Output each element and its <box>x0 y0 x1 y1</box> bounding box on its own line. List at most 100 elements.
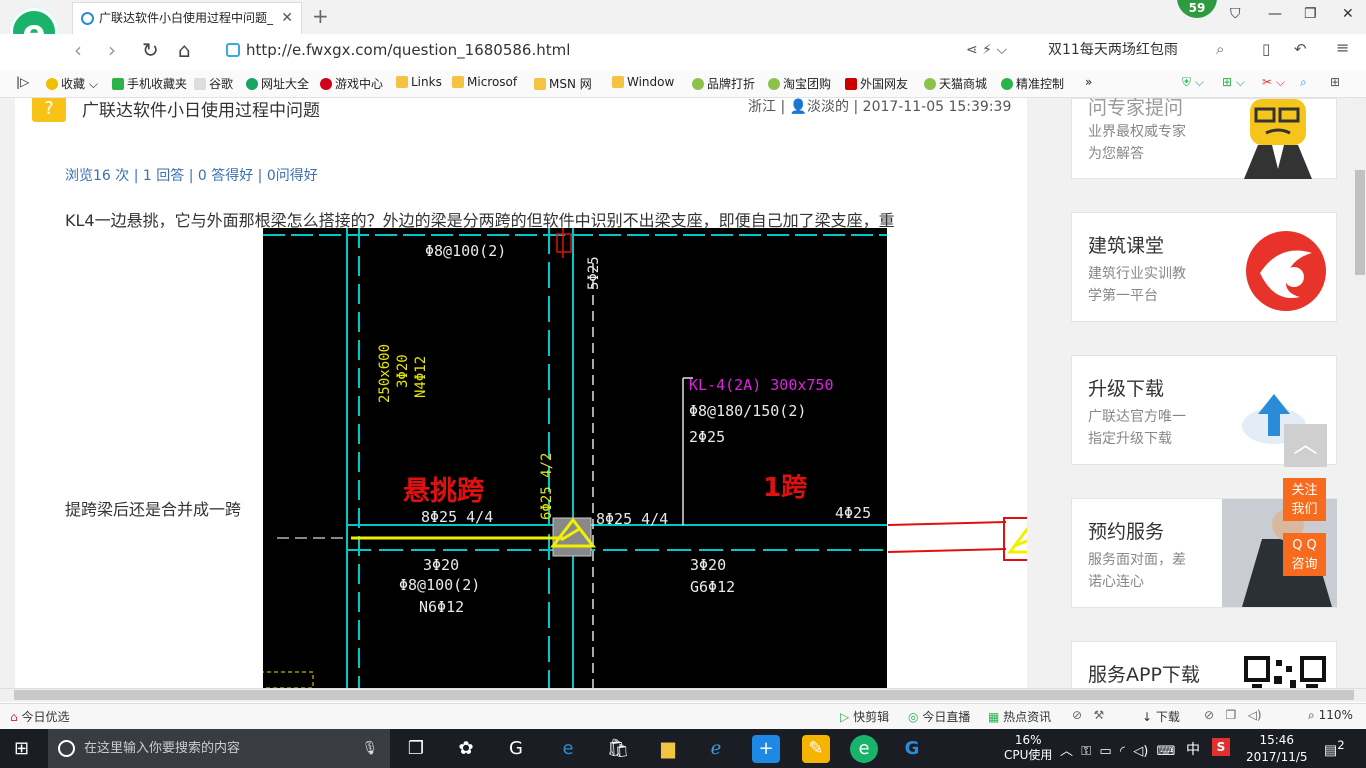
cad-text-n6phi12: N6Φ12 <box>419 598 464 616</box>
translate-icon[interactable]: ⊞ ⌵ <box>1222 75 1245 90</box>
tab-active[interactable]: 广联达软件小白使用过程中问题_ ✕ <box>72 2 302 34</box>
microphone-icon[interactable]: 🎙 <box>361 729 378 768</box>
search-box[interactable]: 双11每天两场红包雨 <box>1048 40 1238 62</box>
sogou-icon[interactable]: S <box>1212 738 1230 756</box>
card-ask-expert[interactable]: 问专家提问 业界最权威专家 为您解答 <box>1071 97 1337 179</box>
follow-us-button[interactable]: 关注 我们 <box>1283 478 1326 521</box>
qq-consult-button[interactable]: Q Q 咨询 <box>1283 533 1326 576</box>
bookmark-games[interactable]: 游戏中心 <box>320 75 383 92</box>
clock[interactable]: 15:46 2017/11/5 <box>1246 732 1308 766</box>
bookmark-tmall[interactable]: 天猫商城 <box>924 75 987 92</box>
tab-close-icon[interactable]: ✕ <box>281 3 293 33</box>
status-today-picks[interactable]: ⌂ 今日优选 <box>10 708 69 725</box>
store-icon[interactable]: 🛍 <box>604 735 632 763</box>
cad-drawing-svg: Φ8@100(2) 5Φ25 250x600 3Φ20 N4Φ12 KL-4(2… <box>263 228 887 688</box>
question-icon: ? <box>32 98 66 122</box>
vertical-scroll-thumb[interactable] <box>1355 170 1365 275</box>
new-tab-icon[interactable]: + <box>312 4 329 28</box>
taskbar-search-placeholder: 在这里输入你要搜索的内容 <box>84 741 241 756</box>
menu-icon[interactable]: ≡ <box>1336 38 1349 57</box>
tray-icons[interactable]: ︿ ⚿ ▭ ◜ ◁) ⌨ <box>1060 740 1175 759</box>
ime-indicator[interactable]: 中 <box>1186 739 1200 759</box>
clock-date: 2017/11/5 <box>1246 750 1308 764</box>
share-icon[interactable]: ⋖ ⚡ ⌵ <box>966 42 1007 58</box>
shield-icon[interactable]: ⛨ ⌵ <box>1182 75 1204 90</box>
app-glodon-icon[interactable]: G <box>502 735 530 763</box>
cad-text-g6phi12: G6Φ12 <box>690 578 735 596</box>
taskbar-search[interactable]: 在这里输入你要搜索的内容 🎙 <box>48 729 390 768</box>
news-icon: ▦ <box>988 710 1000 724</box>
cpu-value: 16% <box>1014 733 1042 747</box>
more-bookmarks-icon[interactable]: » <box>1085 75 1092 89</box>
back-icon[interactable]: ‹ <box>74 38 82 62</box>
cad-text-3phi20-bottom: 3Φ20 <box>423 556 459 574</box>
scissors-icon[interactable]: ✂ ⌵ <box>1262 75 1285 90</box>
app-blue-plus-icon[interactable]: + <box>752 735 780 763</box>
live-icon: ◎ <box>908 710 919 724</box>
bookmark-links[interactable]: Links <box>396 75 442 89</box>
clock-time: 15:46 <box>1259 733 1295 747</box>
address-url: http://e.fwxgx.com/question_1680586.html <box>246 41 571 59</box>
grid-icon[interactable]: ⊞ <box>1330 75 1340 89</box>
bookmark-taobao[interactable]: 淘宝团购 <box>768 75 831 92</box>
status-download[interactable]: ↓ 下载 <box>1142 708 1180 725</box>
bookmark-foreign[interactable]: 外国网友 <box>845 75 908 92</box>
status-news[interactable]: ▦ 热点资讯 <box>988 708 1051 725</box>
card-building-class[interactable]: 建筑课堂 建筑行业实训教 学第一平台 <box>1071 212 1337 322</box>
minimize-icon[interactable]: — <box>1268 6 1282 22</box>
qq-label: 咨询 <box>1291 557 1318 572</box>
bookmark-mobile[interactable]: 手机收藏夹 <box>112 75 187 92</box>
cad-text-6phi25: 6Φ25 4/2 <box>539 453 555 520</box>
status-live[interactable]: ◎ 今日直播 <box>908 708 970 725</box>
status-quick-edit[interactable]: ▷ 快剪辑 <box>840 708 889 725</box>
shirt-icon[interactable]: ⛉ <box>1230 6 1241 22</box>
refresh-icon[interactable]: ↻ <box>142 38 159 62</box>
cad-text-stirrup-bottom: Φ8@100(2) <box>399 576 480 594</box>
bookmark-sites[interactable]: 网址大全 <box>246 75 309 92</box>
site-favicon-icon <box>81 12 94 25</box>
action-center-icon[interactable]: ▤2 <box>1324 738 1345 759</box>
search-icon[interactable]: ⌕ <box>1216 40 1224 58</box>
bookmark-windows[interactable]: Window <box>612 75 674 89</box>
bookmark-favorites[interactable]: 收藏 ⌵ <box>46 75 98 92</box>
cad-text-5phi25: 5Φ25 <box>586 256 602 290</box>
bookmark-google[interactable]: 谷歌 <box>194 75 233 92</box>
back-to-top-button[interactable]: ︿ <box>1284 424 1327 467</box>
status-label: 今日直播 <box>922 710 971 724</box>
windows-start-icon[interactable]: ⊞ <box>14 738 29 759</box>
swirl-logo-icon <box>1246 231 1326 311</box>
app-fan-icon[interactable]: ✿ <box>452 735 480 763</box>
expert-mascot-icon <box>1244 99 1312 179</box>
follow-label: 关注 <box>1291 483 1318 498</box>
bookmark-brand-sale[interactable]: 品牌打折 <box>692 75 755 92</box>
forward-icon[interactable]: › <box>108 38 116 62</box>
edge-icon[interactable]: e <box>554 735 582 763</box>
restore-icon[interactable]: ❐ <box>1304 6 1317 22</box>
app-notes-icon[interactable]: ✎ <box>802 735 830 763</box>
undo-icon[interactable]: ↶ <box>1294 40 1307 58</box>
question-body-continued: 提跨梁后还是合并成一跨 <box>65 500 242 519</box>
explorer-icon[interactable]: ▆ <box>654 735 682 763</box>
home-icon[interactable]: ⌂ <box>178 38 191 62</box>
address-bar[interactable]: http://e.fwxgx.com/question_1680586.html <box>222 40 962 62</box>
card-app-download[interactable]: 服务APP下载 <box>1071 641 1337 689</box>
cpu-usage[interactable]: 16% CPU使用 <box>1004 733 1052 763</box>
browser-taskbar-icon[interactable]: e <box>850 735 878 763</box>
bookmark-precise[interactable]: 精准控制 <box>1001 75 1064 92</box>
status-tools-icon[interactable]: ⊘ ⚒ <box>1072 708 1104 722</box>
phone-icon[interactable]: ▯ <box>1262 40 1270 58</box>
question-stats[interactable]: 浏览16 次 | 1 回答 | 0 答得好 | 0问得好 <box>65 165 318 185</box>
ie-icon[interactable]: ℯ <box>702 735 730 763</box>
zoom-level[interactable]: ⌕ 110% <box>1308 708 1353 723</box>
bookmark-microsoft[interactable]: Microsof <box>452 75 517 89</box>
task-view-icon[interactable]: ❐ <box>402 735 430 763</box>
magnifier-icon[interactable]: ⌕ <box>1300 75 1307 90</box>
close-window-icon[interactable]: ✕ <box>1342 6 1354 22</box>
sidebar-toggle-icon[interactable]: |▷ <box>16 75 29 89</box>
card-title: 服务APP下载 <box>1088 664 1200 686</box>
status-misc-icon[interactable]: ⊘ ❐ ◁) <box>1204 708 1262 722</box>
horizontal-scroll-thumb[interactable] <box>14 690 1354 700</box>
cad-text-8phi25-left: 8Φ25 4/4 <box>421 508 493 526</box>
app-g-icon[interactable]: G <box>898 735 926 763</box>
bookmark-msn[interactable]: MSN 网 <box>534 75 592 92</box>
